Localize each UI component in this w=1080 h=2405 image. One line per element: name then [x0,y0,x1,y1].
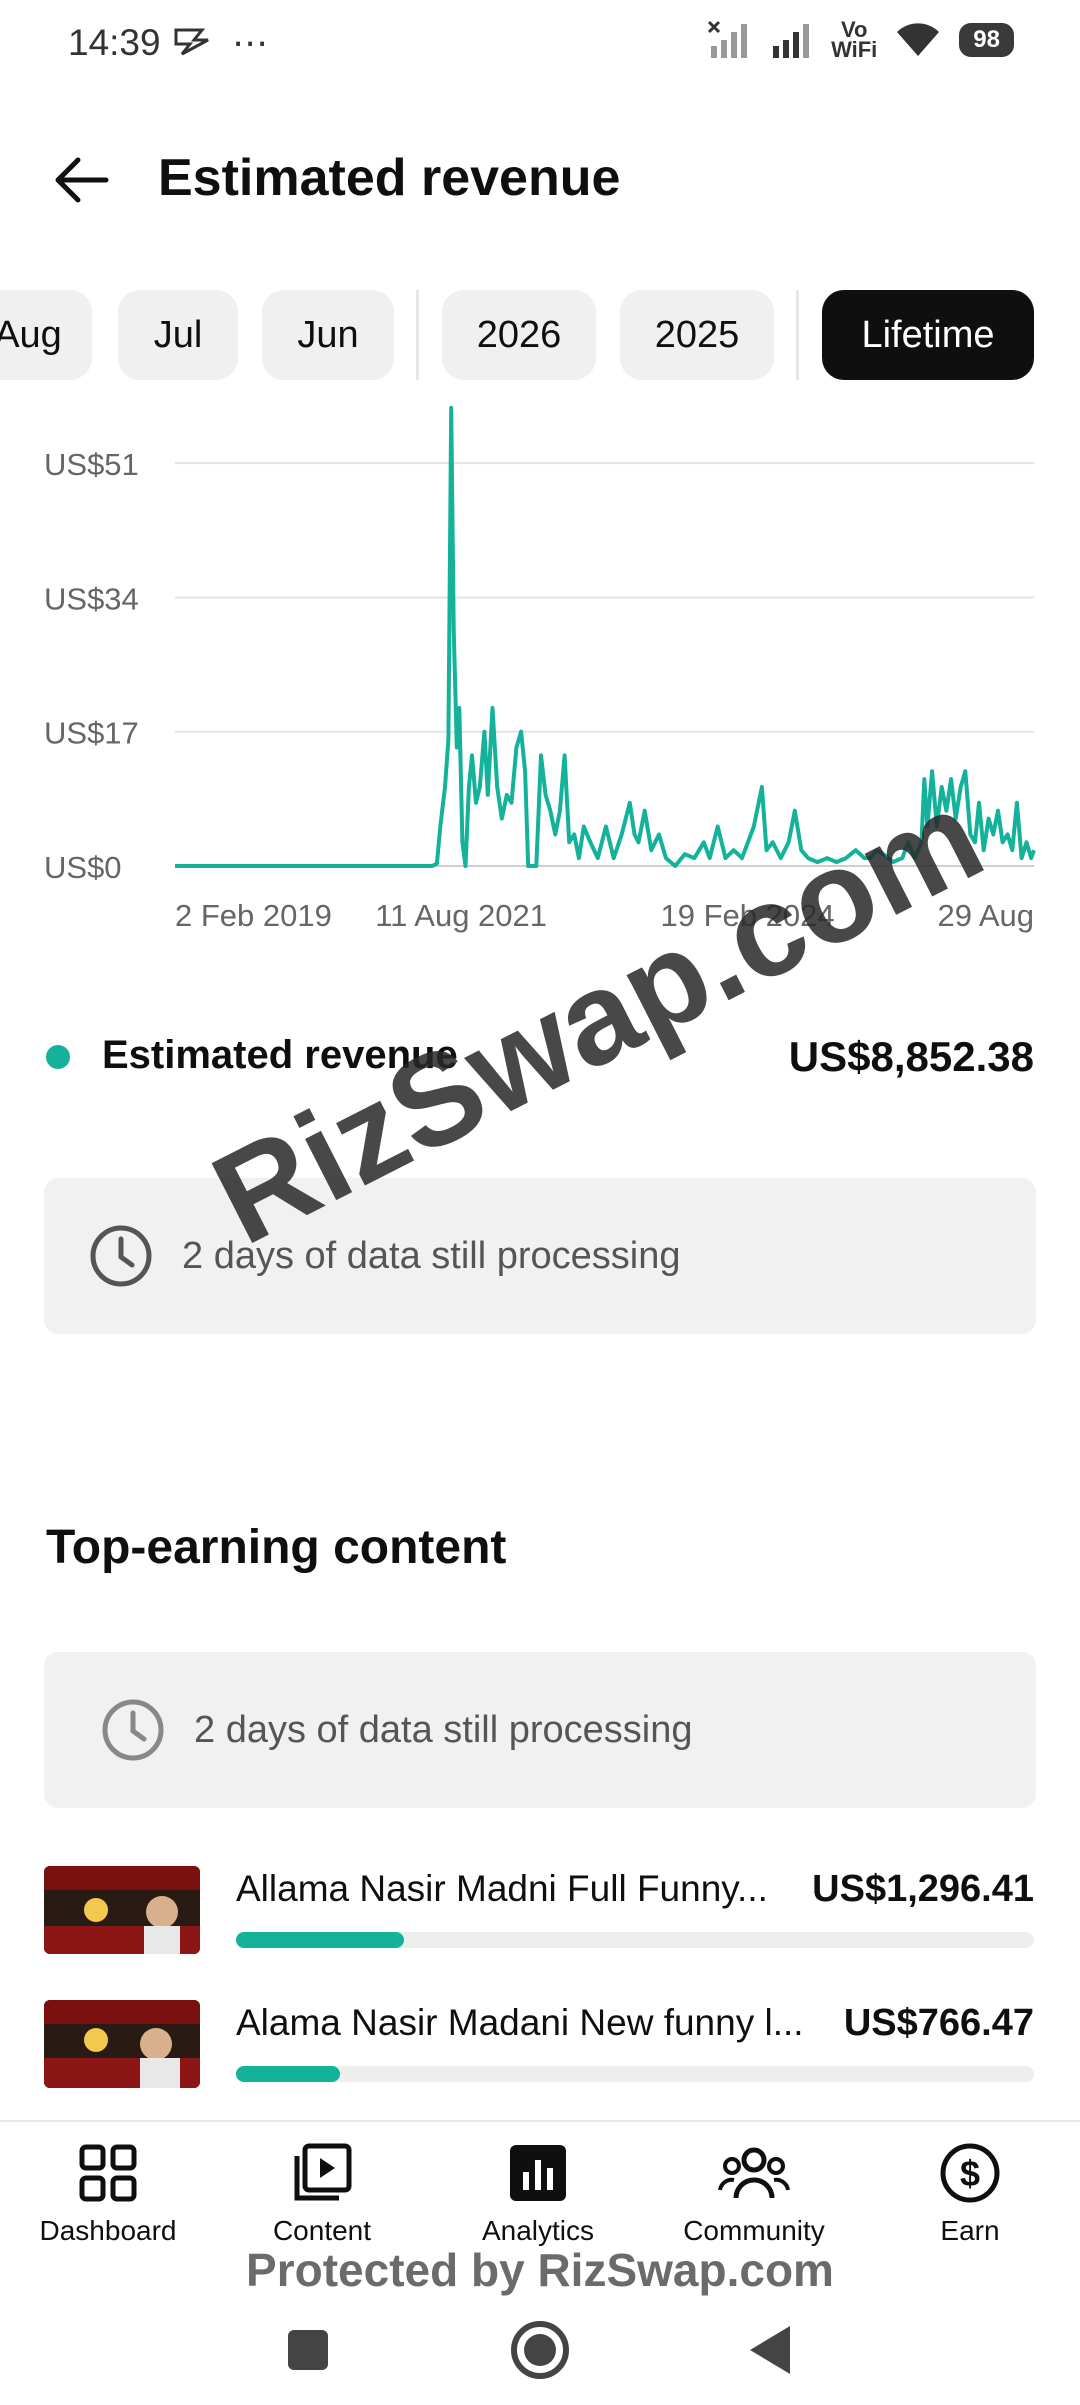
watermark-bottom: Protected by RizSwap.com [246,2244,834,2296]
recents-button[interactable] [288,2330,328,2370]
nav-content[interactable]: Content [232,2142,412,2247]
nav-dashboard[interactable]: Dashboard [18,2142,198,2247]
page-title: Estimated revenue [158,149,621,207]
content-row[interactable]: Allama Nasir Madni Full Funny... US$1,29… [0,1860,1080,1980]
chip-lifetime[interactable]: Lifetime [822,290,1034,380]
content-title: Alama Nasir Madani New funny l... [236,2002,804,2043]
back-nav-button[interactable] [750,2326,790,2374]
revenue-share-fill [236,2066,340,2082]
revenue-total: US$8,852.38 [788,1033,1034,1080]
dashboard-icon [79,2144,137,2202]
chip-2026[interactable]: 2026 [442,290,596,380]
status-time: 14:39 [68,22,161,63]
top-earning-processing-notice: 2 days of data still processing [44,1652,1036,1808]
vowifi-wifi-label: WiFi [831,37,878,62]
nav-community[interactable]: Community [664,2142,844,2247]
earn-icon: $ [940,2143,1000,2203]
y-tick-label: US$34 [44,581,139,616]
system-navigation [0,2300,1080,2400]
status-icons: Vo WiFi 98 [707,19,1014,62]
chip-2025[interactable]: 2025 [620,290,774,380]
more-dots-icon: ⋯ [232,22,268,63]
vowifi-icon: Vo WiFi [831,19,878,62]
processing-notice: 2 days of data still processing [44,1178,1036,1334]
signal-icon [773,24,810,58]
content-title: Allama Nasir Madni Full Funny... [236,1868,768,1909]
signal-off-icon [708,20,748,58]
revenue-share-bar [236,2066,1034,2082]
video-thumbnail [44,1866,200,1954]
chip-divider [416,290,419,380]
home-button[interactable] [511,2321,569,2379]
content-row[interactable]: Alama Nasir Madani New funny l... US$766… [0,1996,1080,2116]
community-icon [718,2147,790,2199]
wifi-icon [897,23,940,56]
chip-jun[interactable]: Jun [262,290,394,380]
revenue-share-bar [236,1932,1034,1948]
arrow-back-icon [55,157,109,203]
y-tick-label: US$0 [44,850,122,885]
legend-dot [46,1045,70,1069]
section-title-top-earning: Top-earning content [46,1521,507,1574]
back-button[interactable] [40,140,120,220]
notification-icon [172,26,212,63]
processing-text: 2 days of data still processing [194,1708,693,1751]
chip-divider [796,290,799,380]
nav-earn[interactable]: $ Earn [880,2142,1060,2247]
x-tick-label: 11 Aug 2021 [375,898,547,933]
y-tick-label: US$17 [44,716,139,751]
clock-icon [102,1699,164,1761]
x-tick-label: 2 Feb 2019 [175,898,332,933]
y-tick-label: US$51 [44,447,139,482]
content-revenue: US$766.47 [843,2002,1034,2044]
svg-text:$: $ [960,2153,980,2194]
period-filter-chips: Aug Jul Jun 2026 2025 Lifetime [0,290,1080,380]
revenue-share-fill [236,1932,404,1948]
content-icon [294,2143,352,2201]
battery-indicator: 98 [959,23,1014,57]
chip-jul[interactable]: Jul [118,290,238,380]
content-revenue: US$1,296.41 [812,1868,1034,1910]
bottom-navigation: Dashboard Content Analytics Community $ … [0,2120,1080,2262]
nav-analytics[interactable]: Analytics [448,2142,628,2247]
analytics-icon [510,2145,566,2201]
clock-icon [90,1225,152,1287]
video-thumbnail [44,2000,200,2088]
chip-aug[interactable]: Aug [0,290,92,380]
